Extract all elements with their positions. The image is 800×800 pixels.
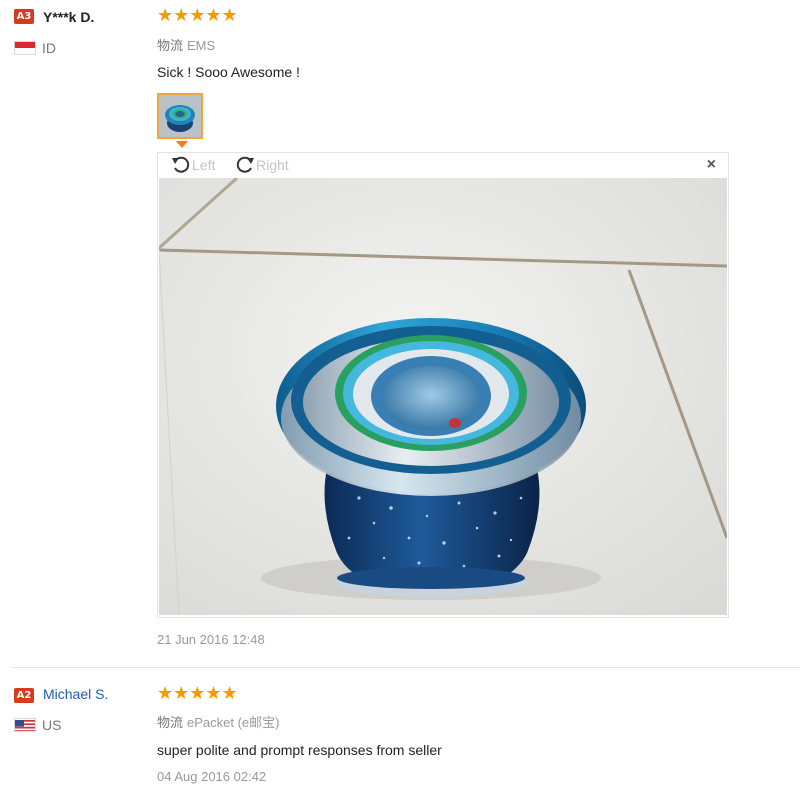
review-date: 04 Aug 2016 02:42 bbox=[157, 769, 267, 784]
review-photo-thumbnail[interactable] bbox=[157, 93, 203, 139]
rotate-left-icon bbox=[172, 156, 190, 173]
shipping-method: EMS bbox=[187, 38, 216, 53]
shipping-label: 物流 bbox=[157, 715, 184, 730]
photo-viewer: Left Right × bbox=[157, 152, 729, 618]
buyer-name: Y***k D. bbox=[43, 9, 95, 25]
review-item: A3 Y***k D. ID ★★★★★ 物流 EMS Sick ! Sooo A… bbox=[0, 0, 800, 668]
us-flag-graphic bbox=[15, 720, 35, 731]
review-date: 21 Jun 2016 12:48 bbox=[157, 632, 265, 647]
us-flag-icon bbox=[14, 718, 36, 732]
buyer-country: ID bbox=[42, 40, 56, 56]
rotate-right-button[interactable]: Right bbox=[234, 154, 289, 176]
shipping-method: ePacket (e邮宝) bbox=[187, 715, 280, 730]
star-rating: ★★★★★ bbox=[157, 683, 238, 704]
shipping-label: 物流 bbox=[157, 38, 184, 53]
rotate-right-icon bbox=[236, 156, 254, 173]
review-item: A2 Michael S. US ★★★★★ 物流 ePacket (e邮宝) s… bbox=[0, 668, 800, 800]
buyer-level-badge: A3 bbox=[14, 9, 34, 24]
buyer-country: US bbox=[42, 717, 62, 733]
feedback-text: super polite and prompt responses from s… bbox=[157, 742, 442, 758]
feedback-text: Sick ! Sooo Awesome ! bbox=[157, 64, 300, 80]
review-photo bbox=[159, 178, 727, 615]
thumbnail-pointer bbox=[176, 141, 188, 148]
star-rating: ★★★★★ bbox=[157, 5, 238, 26]
rotate-left-button[interactable]: Left bbox=[170, 154, 215, 176]
shipping-info: 物流 EMS bbox=[157, 35, 215, 54]
yoyo-thumbnail-image bbox=[159, 95, 201, 137]
close-viewer-button[interactable]: × bbox=[707, 157, 716, 173]
photo-viewer-toolbar: Left Right × bbox=[158, 153, 728, 178]
yoyo-photo-image bbox=[159, 178, 727, 615]
rotate-left-label: Left bbox=[192, 157, 216, 173]
buyer-name-link[interactable]: Michael S. bbox=[43, 686, 108, 702]
shipping-info: 物流 ePacket (e邮宝) bbox=[157, 712, 280, 731]
buyer-level-badge: A2 bbox=[14, 688, 34, 703]
indonesia-flag-icon bbox=[14, 41, 36, 55]
rotate-right-label: Right bbox=[256, 157, 289, 173]
